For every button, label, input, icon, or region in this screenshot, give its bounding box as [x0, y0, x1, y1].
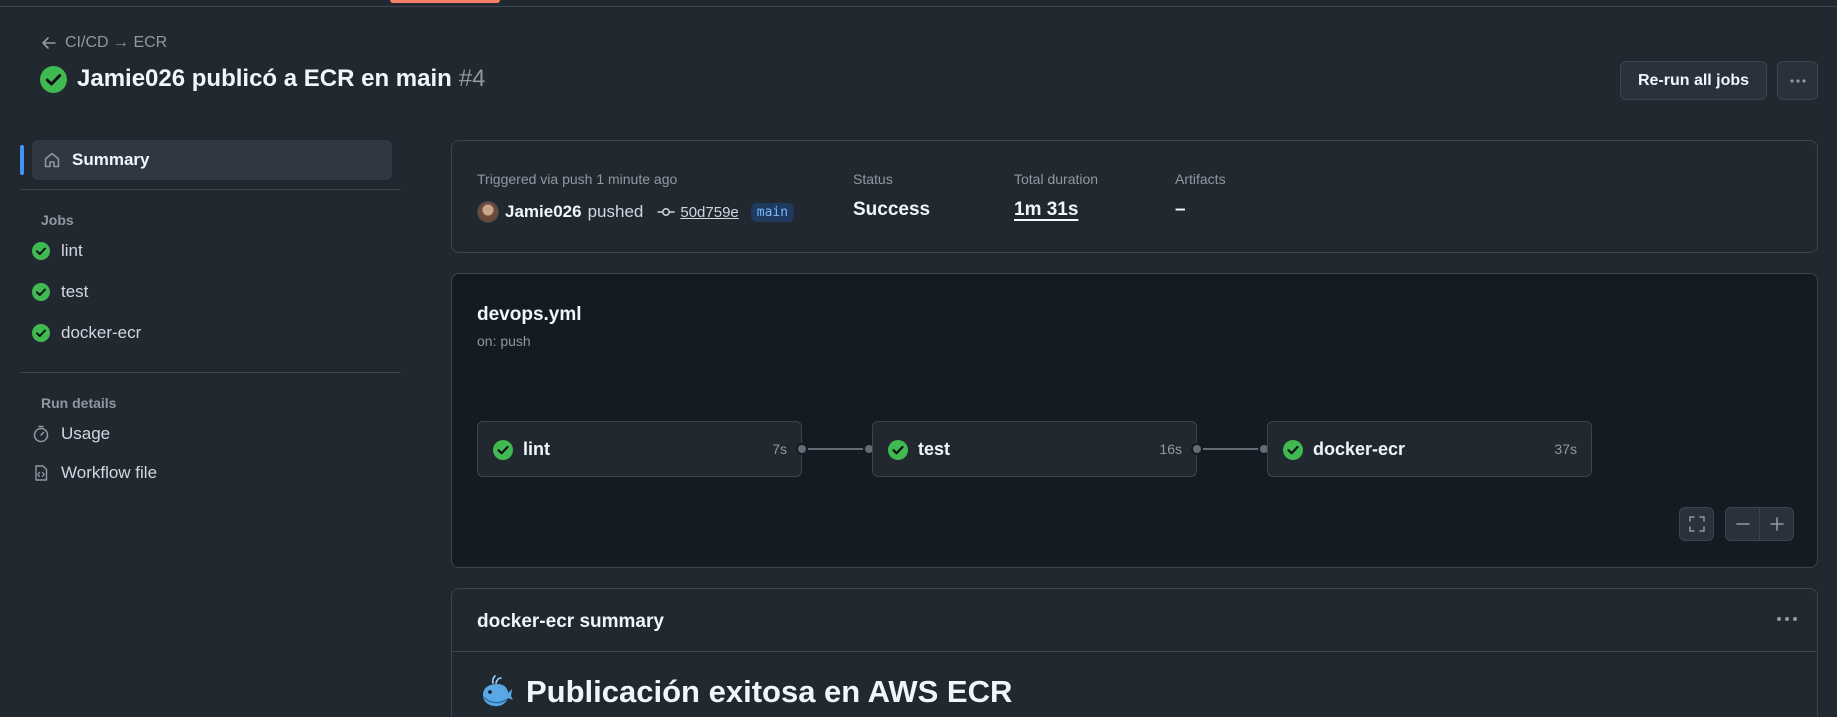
check-circle-fill-icon — [32, 283, 50, 301]
run-info-card: Triggered via push 1 minute ago Jamie026… — [451, 140, 1818, 253]
check-circle-fill-icon — [32, 242, 50, 260]
job-summary-card: docker-ecr summary Publicación exitosa e… — [451, 588, 1818, 717]
graph-connector-dot — [1191, 443, 1203, 455]
sidebar-heading-jobs: Jobs — [41, 212, 74, 228]
avatar[interactable] — [477, 201, 499, 223]
run-number: #4 — [458, 65, 486, 92]
arrow-left-icon — [42, 37, 56, 49]
job-node-test[interactable]: test 16s — [872, 421, 1197, 477]
plus-icon — [1769, 517, 1784, 531]
back-link-label: CI/CD → ECR — [65, 34, 168, 51]
workflow-trigger: on: push — [477, 333, 531, 349]
sidebar-item-docker-ecr[interactable]: docker-ecr — [32, 323, 141, 343]
duration-label: Total duration — [1014, 171, 1099, 187]
graph-edge — [808, 448, 865, 450]
back-link[interactable]: CI/CD → ECR — [41, 34, 167, 52]
kebab-horizontal-icon — [1789, 78, 1806, 83]
rerun-all-jobs-button[interactable]: Re-run all jobs — [1620, 61, 1767, 100]
file-code-icon — [35, 465, 48, 481]
sidebar-item-summary[interactable]: Summary — [32, 140, 392, 180]
check-circle-fill-icon — [493, 440, 513, 460]
check-circle-fill-icon — [40, 65, 67, 93]
sidebar-item-label: Workflow file — [61, 463, 158, 482]
active-tab-indicator — [390, 0, 500, 3]
job-duration: 7s — [772, 441, 787, 457]
push-user-link[interactable]: Jamie026 — [505, 202, 582, 222]
branch-badge[interactable]: main — [750, 202, 795, 222]
artifacts-value: – — [1175, 199, 1186, 220]
top-nav-border — [0, 0, 1837, 7]
zoom-in-button[interactable] — [1759, 507, 1794, 541]
stopwatch-icon — [33, 425, 49, 443]
job-duration: 16s — [1159, 441, 1182, 457]
job-summary-header: docker-ecr summary — [452, 589, 1817, 652]
sidebar-heading-run-details: Run details — [41, 395, 117, 411]
fullscreen-button[interactable] — [1679, 507, 1714, 541]
sidebar-item-label: Usage — [61, 424, 111, 443]
active-item-indicator — [20, 145, 24, 175]
page-title: Jamie026 publicó a ECR en main #4 — [77, 65, 486, 93]
triggered-label: Triggered via push 1 minute ago — [477, 171, 678, 187]
job-node-docker-ecr[interactable]: docker-ecr 37s — [1267, 421, 1592, 477]
screen-full-icon — [1688, 516, 1705, 532]
check-circle-fill-icon — [32, 324, 50, 342]
page-title-row: Jamie026 publicó a ECR en main #4 — [40, 65, 486, 93]
duration-value[interactable]: 1m 31s — [1014, 199, 1078, 221]
graph-connector-dot — [796, 443, 808, 455]
commit-link[interactable]: 50d759e — [657, 203, 739, 221]
zoom-out-button[interactable] — [1725, 507, 1760, 541]
workflow-file-name: devops.yml — [477, 304, 582, 325]
sidebar-item-lint[interactable]: lint — [32, 241, 83, 261]
workflow-graph-card: devops.yml on: push lint 7s test 16s doc… — [451, 273, 1818, 568]
status-label: Status — [853, 171, 893, 187]
sidebar-item-usage[interactable]: Usage — [32, 424, 110, 444]
check-circle-fill-icon — [1283, 440, 1303, 460]
sidebar-divider — [20, 372, 401, 373]
job-node-lint[interactable]: lint 7s — [477, 421, 802, 477]
whale-icon — [483, 675, 513, 707]
sidebar-item-label: docker-ecr — [61, 323, 142, 342]
run-title: Jamie026 publicó a ECR en main — [77, 65, 452, 92]
job-name: test — [918, 439, 951, 459]
job-summary-title: docker-ecr summary — [477, 611, 664, 632]
sidebar-item-workflow-file[interactable]: Workflow file — [32, 463, 157, 483]
kebab-horizontal-icon[interactable] — [1775, 609, 1799, 629]
dash-icon — [1735, 523, 1750, 525]
job-summary-heading: Publicación exitosa en AWS ECR — [480, 674, 1012, 710]
home-icon — [44, 152, 60, 168]
commit-sha: 50d759e — [680, 203, 739, 221]
sidebar-item-label: Summary — [72, 150, 150, 169]
job-name: docker-ecr — [1313, 439, 1406, 459]
status-value: Success — [853, 199, 931, 220]
sidebar-divider — [20, 189, 401, 190]
check-circle-fill-icon — [888, 440, 908, 460]
sidebar-item-test[interactable]: test — [32, 282, 88, 302]
job-duration: 37s — [1554, 441, 1577, 457]
sidebar-item-label: lint — [61, 241, 83, 260]
graph-edge — [1203, 448, 1260, 450]
sidebar-item-label: test — [61, 282, 89, 301]
git-commit-icon — [657, 208, 675, 216]
push-info: Jamie026 pushed 50d759e main — [477, 201, 795, 223]
more-options-button[interactable] — [1777, 61, 1818, 100]
artifacts-label: Artifacts — [1175, 171, 1226, 187]
job-name: lint — [523, 439, 550, 459]
pushed-text: pushed — [587, 202, 644, 221]
job-summary-heading-text: Publicación exitosa en AWS ECR — [526, 674, 1013, 709]
